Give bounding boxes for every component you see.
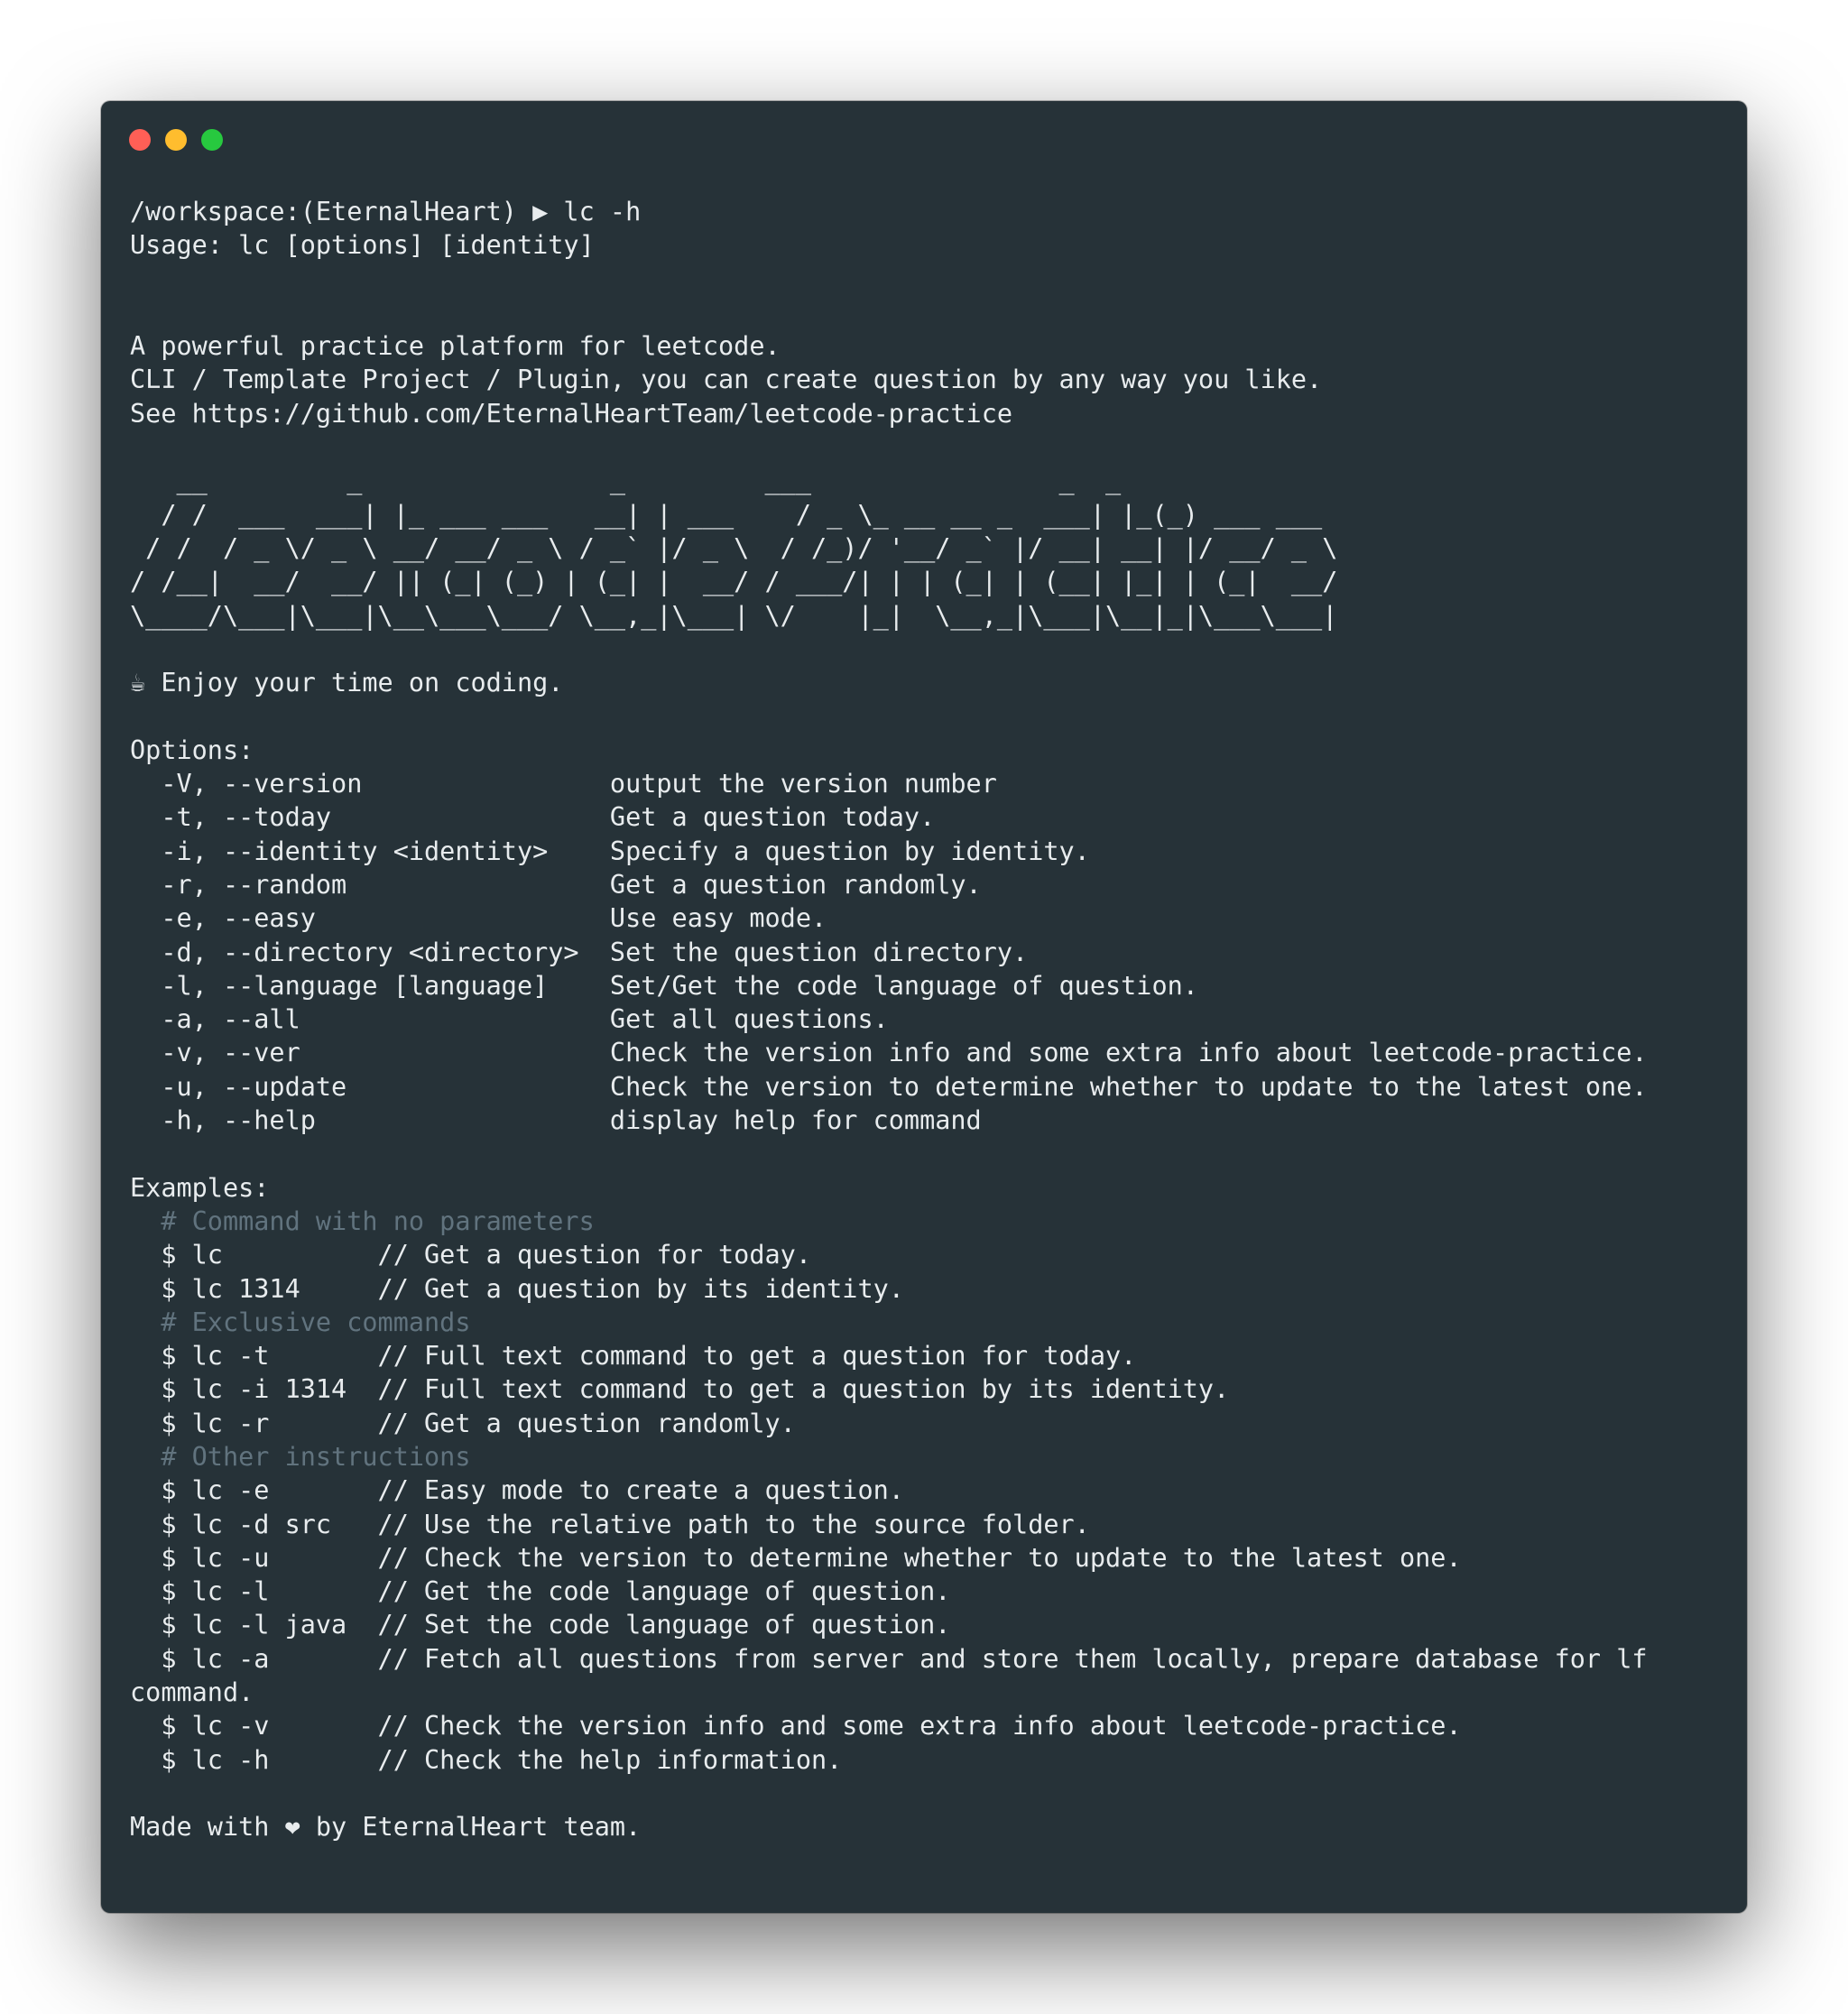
terminal-line: -d, --directory <directory> Set the ques… bbox=[130, 937, 1029, 967]
terminal-line: Examples: bbox=[130, 1172, 270, 1203]
terminal-line: / / ___ ___| |_ ___ ___ __| | ___ / _ \_… bbox=[130, 499, 1323, 530]
terminal-line: __ _ _ ___ _ _ bbox=[130, 466, 1122, 496]
terminal-line: / / / _ \/ _ \ __/ __/ _ \ / _` |/ _ \ /… bbox=[130, 532, 1338, 563]
terminal-line: $ lc -l // Get the code language of ques… bbox=[130, 1576, 951, 1607]
terminal-line: -i, --identity <identity> Specify a ques… bbox=[130, 836, 1090, 866]
terminal-line: -e, --easy Use easy mode. bbox=[130, 903, 827, 934]
minimize-window-button[interactable] bbox=[165, 129, 187, 151]
terminal-line: -u, --update Check the version to determ… bbox=[130, 1071, 1648, 1102]
terminal-line: $ lc -r // Get a question randomly. bbox=[130, 1408, 796, 1438]
terminal-line: $ lc -u // Check the version to determin… bbox=[130, 1542, 1462, 1573]
terminal-line: See https://github.com/EternalHeartTeam/… bbox=[130, 398, 1013, 429]
terminal-comment-line: # Exclusive commands bbox=[130, 1307, 471, 1337]
terminal-comment-line: # Command with no parameters bbox=[130, 1206, 595, 1236]
terminal-line: CLI / Template Project / Plugin, you can… bbox=[130, 365, 1323, 395]
terminal-line: / /__| __/ __/ || (_| (_) | (_| | __/ / … bbox=[130, 567, 1338, 597]
terminal-line: A powerful practice platform for leetcod… bbox=[130, 331, 781, 362]
terminal-line: $ lc -e // Easy mode to create a questio… bbox=[130, 1475, 904, 1506]
terminal-line: Made with ❤ by EternalHeart team. bbox=[130, 1812, 642, 1843]
terminal-line: -t, --today Get a question today. bbox=[130, 802, 936, 833]
terminal-line: -a, --all Get all questions. bbox=[130, 1004, 889, 1035]
terminal-line: $ lc // Get a question for today. bbox=[130, 1240, 811, 1270]
terminal-line: -h, --help display help for command bbox=[130, 1105, 982, 1136]
terminal-window: /workspace:(EternalHeart) ▶ lc -h Usage: … bbox=[101, 101, 1747, 1913]
terminal-line: $ lc -a // Fetch all questions from serv… bbox=[130, 1643, 1648, 1674]
terminal-line: $ lc -i 1314 // Full text command to get… bbox=[130, 1374, 1230, 1405]
close-window-button[interactable] bbox=[129, 129, 151, 151]
terminal-line: Options: bbox=[130, 734, 254, 765]
terminal-line: $ lc -l java // Set the code language of… bbox=[130, 1610, 951, 1640]
terminal-comment-line: # Other instructions bbox=[130, 1441, 471, 1472]
terminal-line: $ lc -v // Check the version info and so… bbox=[130, 1711, 1462, 1741]
terminal-line: -V, --version output the version number bbox=[130, 769, 997, 799]
terminal-line: $ lc -t // Full text command to get a qu… bbox=[130, 1341, 1137, 1372]
terminal-line: ☕ Enjoy your time on coding. bbox=[130, 668, 564, 698]
terminal-line: $ lc 1314 // Get a question by its ident… bbox=[130, 1273, 904, 1304]
terminal-line: -v, --ver Check the version info and som… bbox=[130, 1038, 1648, 1068]
window-titlebar bbox=[101, 101, 1747, 173]
terminal-line: -r, --random Get a question randomly. bbox=[130, 869, 982, 900]
terminal-line: command. bbox=[130, 1677, 254, 1708]
terminal-line: -l, --language [language] Set/Get the co… bbox=[130, 970, 1198, 1001]
terminal-line: $ lc -d src // Use the relative path to … bbox=[130, 1509, 1090, 1539]
terminal-line: Usage: lc [options] [identity] bbox=[130, 230, 595, 261]
terminal-output[interactable]: /workspace:(EternalHeart) ▶ lc -h Usage: … bbox=[130, 195, 1729, 1844]
terminal-line: \____/\___|\___|\__\___\___/ \__,_|\___|… bbox=[130, 600, 1338, 631]
terminal-line: $ lc -h // Check the help information. bbox=[130, 1744, 843, 1775]
maximize-window-button[interactable] bbox=[201, 129, 223, 151]
terminal-prompt-line: /workspace:(EternalHeart) ▶ lc -h bbox=[130, 197, 642, 226]
